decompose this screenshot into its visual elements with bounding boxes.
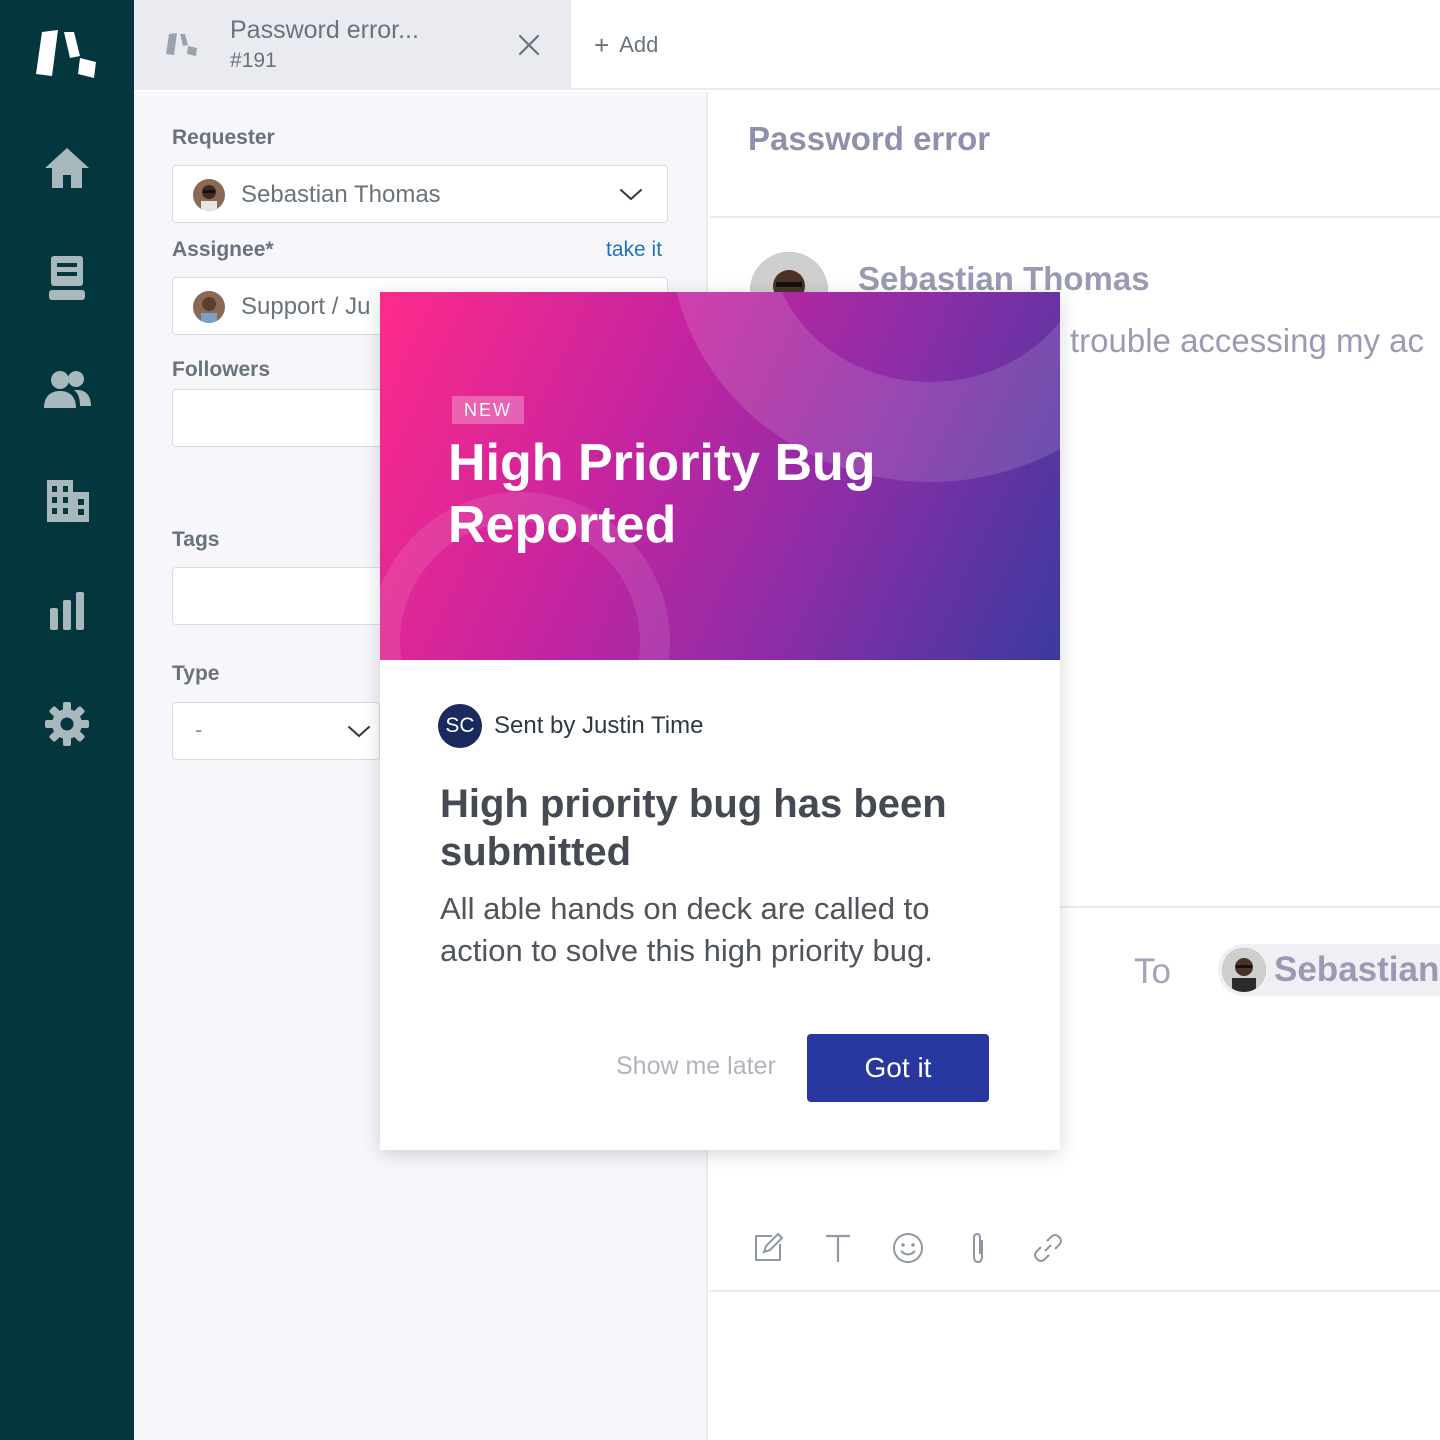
modal-headline: High priority bug has been submitted	[440, 782, 947, 874]
chevron-down-icon	[348, 726, 370, 738]
type-select[interactable]: -	[172, 702, 380, 760]
close-icon[interactable]	[514, 30, 544, 60]
admin-gear-icon	[45, 702, 89, 746]
got-it-button[interactable]: Got it	[807, 1034, 989, 1102]
link-button[interactable]	[1030, 1228, 1066, 1268]
sidebar	[0, 0, 134, 1440]
sidebar-item-home[interactable]	[36, 140, 98, 196]
message-text: trouble accessing my ac	[1070, 322, 1424, 359]
ticket-tab-icon	[166, 33, 197, 56]
divider	[710, 1290, 1440, 1292]
recipient-name: Sebastian T	[1274, 950, 1440, 989]
tab-title: Password error...	[230, 16, 419, 44]
app-logo-icon[interactable]	[34, 28, 100, 84]
sender-row: SC Sent by Justin Time	[438, 704, 703, 748]
sidebar-item-reporting[interactable]	[36, 584, 98, 640]
home-icon	[45, 148, 89, 188]
chevron-down-icon	[620, 189, 642, 201]
plus-icon: +	[594, 30, 610, 60]
sender-text: Sent by Justin Time	[494, 712, 704, 739]
recipient-chip[interactable]: Sebastian T	[1218, 944, 1440, 996]
modal-hero-banner: NEW High Priority Bug Reported	[380, 292, 1060, 660]
tags-label: Tags	[172, 528, 220, 551]
text-format-button[interactable]	[820, 1228, 856, 1268]
requester-field[interactable]: Sebastian Thomas	[172, 165, 668, 223]
announcement-modal: NEW High Priority Bug Reported SC Sent b…	[380, 292, 1060, 1150]
assignee-label: Assignee*	[172, 238, 274, 261]
ticket-subject[interactable]: Password error	[748, 120, 990, 158]
tab-ticket-number: #191	[230, 49, 277, 72]
take-it-link[interactable]: take it	[606, 238, 662, 262]
organizations-icon	[47, 480, 89, 522]
sidebar-item-organizations[interactable]	[36, 472, 98, 528]
link-icon	[1034, 1234, 1062, 1262]
sidebar-item-customers[interactable]	[36, 362, 98, 418]
compose-button[interactable]	[750, 1228, 786, 1268]
composer-toolbar	[750, 1228, 1066, 1268]
assignee-value: Support / Ju	[241, 293, 371, 320]
tab-bar: Password error... #191 + Add	[134, 0, 1440, 90]
modal-body: All able hands on deck are called to act…	[440, 891, 933, 968]
show-me-later-button[interactable]: Show me later	[616, 1052, 776, 1081]
customers-icon	[44, 371, 91, 408]
text-format-icon	[826, 1234, 850, 1262]
type-label: Type	[172, 662, 220, 685]
sidebar-item-views[interactable]	[36, 250, 98, 306]
hero-title: High Priority Bug Reported	[448, 434, 876, 554]
sidebar-item-admin[interactable]	[36, 696, 98, 752]
recipient-avatar	[1222, 948, 1266, 992]
type-value: -	[195, 717, 203, 742]
requester-label: Requester	[172, 126, 275, 149]
requester-value: Sebastian Thomas	[241, 181, 441, 208]
assignee-avatar	[193, 291, 225, 323]
add-tab-button[interactable]: + Add	[594, 28, 658, 62]
emoji-icon	[893, 1233, 923, 1263]
divider	[710, 216, 1440, 218]
edit-icon	[755, 1232, 784, 1261]
reporting-icon	[50, 592, 84, 630]
attach-button[interactable]	[960, 1228, 996, 1268]
paperclip-icon	[973, 1232, 983, 1264]
requester-avatar	[193, 179, 225, 211]
ticket-tab[interactable]: Password error... #191	[134, 0, 571, 90]
views-icon	[49, 256, 85, 300]
divider	[1060, 906, 1440, 908]
new-badge: NEW	[452, 396, 524, 424]
followers-label: Followers	[172, 358, 271, 381]
add-tab-label: Add	[619, 32, 659, 57]
sender-avatar: SC	[438, 704, 482, 748]
emoji-button[interactable]	[890, 1228, 926, 1268]
to-label: To	[1134, 952, 1171, 991]
